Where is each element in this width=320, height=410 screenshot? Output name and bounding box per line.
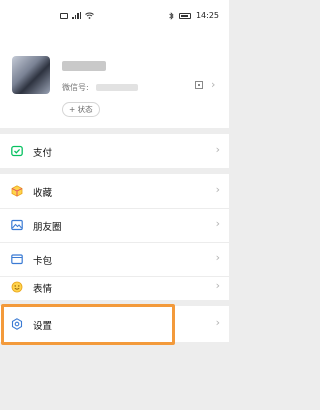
signal-icon <box>72 12 81 19</box>
chevron-right-icon: › <box>215 217 220 230</box>
card-wallet-icon <box>11 254 23 265</box>
status-icons-right: 14:25 <box>169 11 219 20</box>
settings-icon <box>11 318 23 330</box>
menu-item-moments[interactable]: 朋友圈 › <box>0 209 229 242</box>
battery-icon <box>178 12 191 19</box>
chevron-right-icon: › <box>211 78 216 91</box>
menu-item-label: 表情 <box>33 284 53 295</box>
chevron-right-icon: › <box>215 316 220 329</box>
menu-item-emoji[interactable]: 表情 › <box>0 277 229 300</box>
bluetooth-icon <box>169 11 174 20</box>
wxid-redacted <box>96 84 138 91</box>
pay-icon <box>11 145 23 157</box>
wifi-icon <box>85 12 94 19</box>
avatar[interactable] <box>12 56 50 94</box>
add-status-button[interactable]: + 状态 <box>62 102 100 117</box>
chevron-right-icon: › <box>215 143 220 156</box>
profile-header[interactable]: 微信号: › + 状态 <box>0 30 229 128</box>
chevron-right-icon: › <box>215 279 220 292</box>
moments-icon <box>11 219 23 231</box>
menu-item-settings[interactable]: 设置 › <box>0 306 229 342</box>
qr-code-icon[interactable] <box>195 81 203 89</box>
menu-item-label: 卡包 <box>33 256 53 267</box>
menu-item-label: 设置 <box>33 321 53 332</box>
menu-item-pay[interactable]: 支付 › <box>0 134 229 168</box>
status-bar: 14:25 <box>0 0 229 30</box>
chevron-right-icon: › <box>215 251 220 264</box>
wxid-label: 微信号: <box>62 83 89 92</box>
chevron-right-icon: › <box>215 183 220 196</box>
nickname-redacted <box>62 61 106 71</box>
sim-icon <box>60 12 68 19</box>
menu-item-label: 朋友圈 <box>33 222 62 233</box>
menu-item-favorites[interactable]: 收藏 › <box>0 174 229 208</box>
status-icons-left <box>60 12 94 19</box>
menu-item-card-wallet[interactable]: 卡包 › <box>0 243 229 276</box>
status-time: 14:25 <box>195 11 219 20</box>
favorites-icon <box>11 185 23 197</box>
menu-item-label: 收藏 <box>33 188 53 199</box>
emoji-icon <box>11 281 23 293</box>
menu-item-label: 支付 <box>33 148 53 159</box>
